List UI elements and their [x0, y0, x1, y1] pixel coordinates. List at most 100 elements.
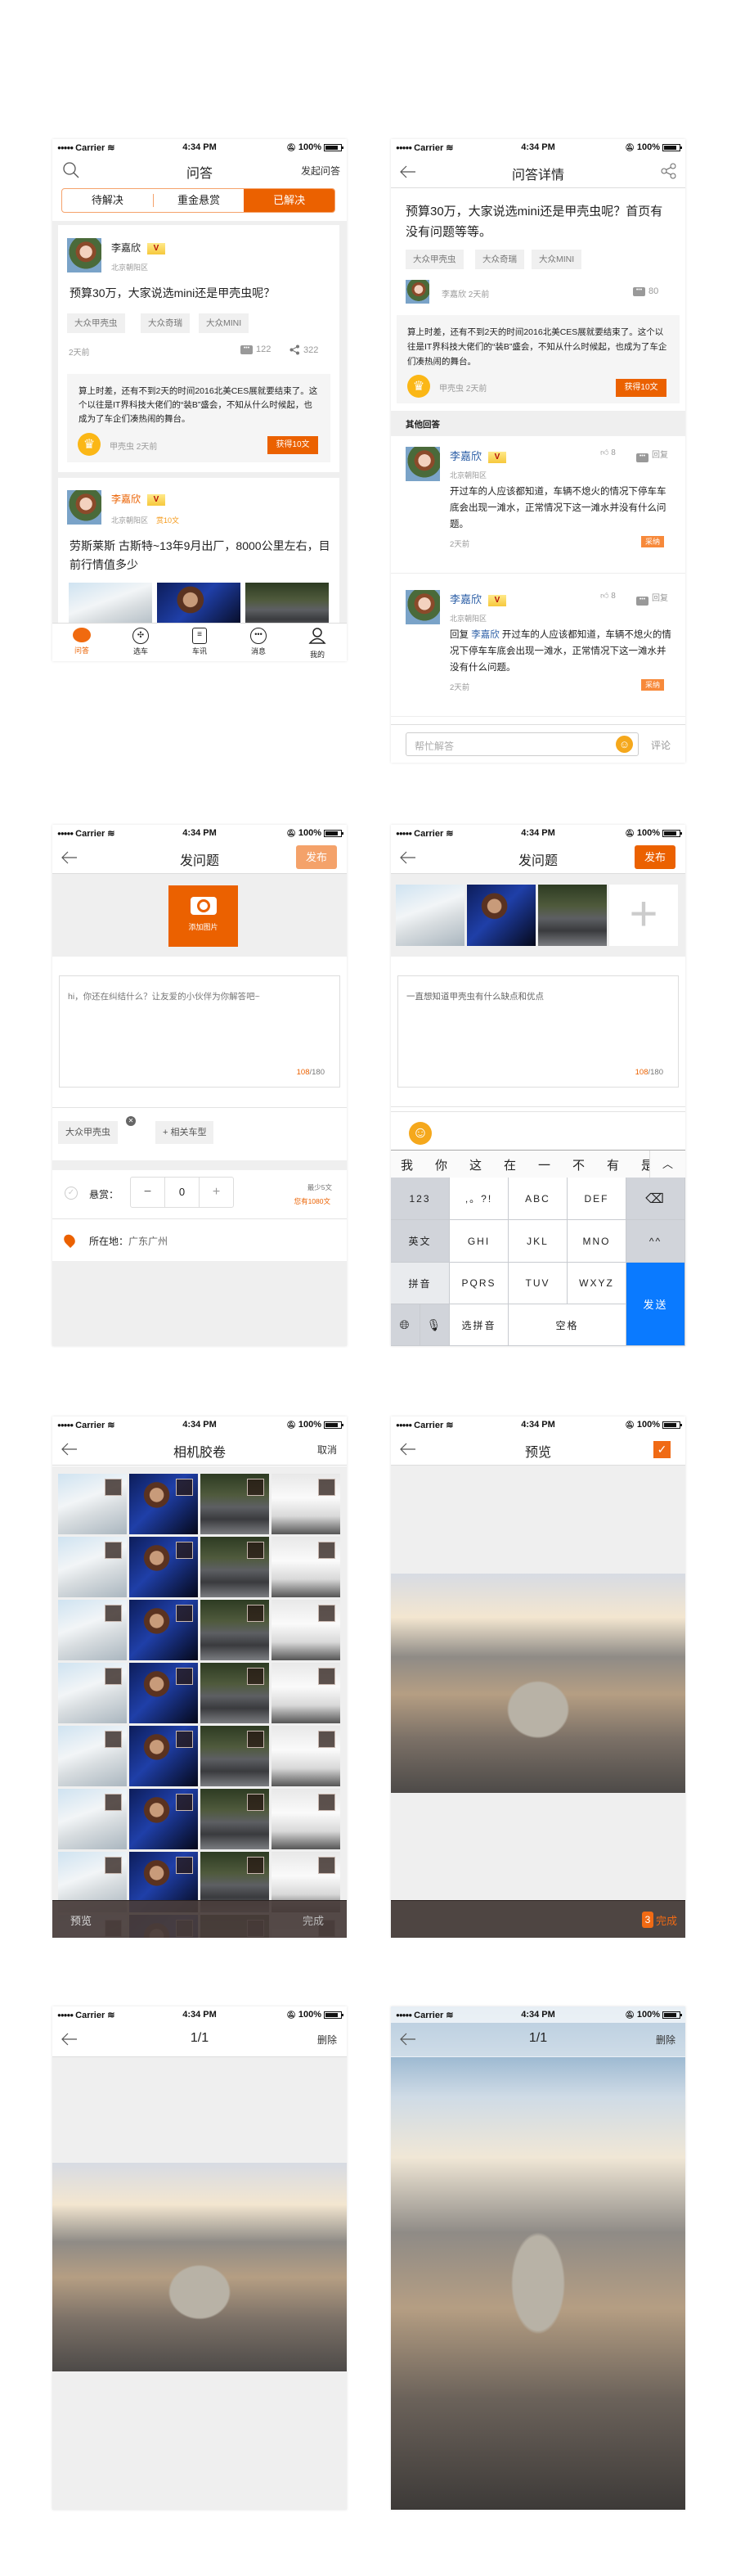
tag[interactable]: 大众MINI — [199, 313, 249, 333]
publish-button[interactable]: 发布 — [296, 845, 337, 869]
photo-select-checkbox[interactable] — [247, 1794, 264, 1811]
key-abc[interactable]: ABC — [509, 1178, 568, 1220]
candidate[interactable]: 你 — [435, 1156, 447, 1173]
avatar[interactable] — [406, 590, 440, 624]
key-wxyz[interactable]: WXYZ — [568, 1263, 626, 1304]
reply-button[interactable]: ••• 回复 — [636, 591, 668, 606]
delete-button[interactable]: 删除 — [317, 2033, 337, 2047]
key-pqrs[interactable]: PQRS — [450, 1263, 509, 1304]
photo-select-checkbox[interactable] — [318, 1731, 335, 1748]
photo-select-checkbox[interactable] — [105, 1857, 122, 1874]
send-key[interactable]: 发送 — [626, 1263, 685, 1346]
photo-thumbnail[interactable] — [272, 1537, 340, 1597]
photo-thumbnail[interactable] — [272, 1789, 340, 1849]
tag[interactable]: 大众奇瑞 — [141, 313, 190, 333]
photo-select-checkbox[interactable] — [318, 1794, 335, 1811]
photo-thumbnail[interactable] — [129, 1600, 198, 1660]
attached-photo[interactable] — [467, 885, 536, 946]
location-row[interactable]: 所在地：广东广州 — [89, 1234, 168, 1248]
comment-count[interactable]: ••• 80 — [633, 286, 658, 296]
reply-button[interactable]: ••• 回复 — [636, 448, 668, 462]
adopt-button[interactable]: 采纳 — [641, 536, 664, 547]
photo-select-checkbox[interactable] — [176, 1731, 193, 1748]
photo-thumbnail[interactable] — [200, 1600, 269, 1660]
emoji-icon[interactable]: ☺ — [409, 1122, 432, 1145]
tab-choose-car[interactable]: ✣ 选车 — [111, 624, 170, 661]
tag[interactable]: 大众奇瑞 — [475, 250, 524, 269]
answer-input[interactable]: 帮忙解答 ☺ — [406, 732, 639, 756]
preview-button[interactable]: 预览 — [70, 1912, 92, 1928]
photo-select-checkbox[interactable] — [247, 1857, 264, 1874]
photo-thumbnail[interactable] — [200, 1789, 269, 1849]
share-count[interactable]: 322 — [289, 345, 318, 355]
question-title[interactable]: 预算30万，大家说选mini还是甲壳虫呢？ — [70, 285, 275, 301]
photo-thumbnail[interactable] — [272, 1663, 340, 1723]
segment-unsolved[interactable]: 待解决 — [62, 194, 154, 207]
candidate[interactable]: 这 — [469, 1156, 482, 1173]
photo-thumbnail[interactable] — [58, 1474, 127, 1534]
photo-select-checkbox[interactable] — [318, 1479, 335, 1496]
key-def[interactable]: DEF — [568, 1178, 626, 1220]
tag[interactable]: 大众甲壳虫 — [67, 313, 125, 333]
candidate[interactable]: 一 — [538, 1156, 550, 1173]
key-emoticon[interactable]: ^^ — [626, 1220, 685, 1263]
comment-button[interactable]: 评论 — [651, 738, 671, 752]
photo-select-checkbox[interactable] — [318, 1542, 335, 1559]
photo-select-checkbox[interactable] — [176, 1605, 193, 1622]
candidate[interactable]: 不 — [572, 1156, 585, 1173]
add-photo-button[interactable]: 添加图片 — [168, 885, 238, 947]
key-tuv[interactable]: TUV — [509, 1263, 568, 1304]
photo-select-checkbox[interactable] — [176, 1668, 193, 1685]
viewer-photo[interactable] — [391, 2006, 685, 2510]
question-card[interactable]: 李嘉欣 V 北京朝阳区 预算30万，大家说选mini还是甲壳虫呢？ 大众甲壳虫 大… — [58, 225, 339, 472]
photo-select-checkbox[interactable] — [247, 1605, 264, 1622]
microphone-icon[interactable]: 🎙︎ — [420, 1304, 450, 1346]
photo-thumbnail[interactable] — [58, 1789, 127, 1849]
key-123[interactable]: 123 — [391, 1178, 450, 1220]
photo-thumbnail[interactable] — [58, 1537, 127, 1597]
reward-value[interactable]: 0 — [165, 1178, 200, 1207]
candidate[interactable]: 有 — [607, 1156, 619, 1173]
photo-thumbnail[interactable] — [200, 1663, 269, 1723]
ask-question-button[interactable]: 发起问答 — [301, 164, 340, 178]
attached-photo[interactable] — [538, 885, 607, 946]
photo-select-checkbox[interactable] — [105, 1668, 122, 1685]
tag[interactable]: 大众MINI — [532, 250, 582, 269]
photo-thumbnail[interactable] — [200, 1726, 269, 1786]
photo-thumbnail[interactable] — [272, 1600, 340, 1660]
tab-qa[interactable]: 问答 — [52, 624, 111, 661]
question-textarea[interactable]: hi，你还在纠结什么？让友爱的小伙伴为你解答吧~ 108/180 — [59, 975, 340, 1088]
photo-thumbnail[interactable] — [200, 1537, 269, 1597]
photo-select-checkbox[interactable] — [247, 1668, 264, 1685]
photo-select-checkbox[interactable] — [176, 1479, 193, 1496]
photo-select-checkbox[interactable] — [318, 1857, 335, 1874]
photo-select-checkbox[interactable] — [105, 1794, 122, 1811]
selected-checkbox-icon[interactable]: ✓ — [653, 1441, 671, 1458]
space-key[interactable]: 空格 — [509, 1304, 626, 1346]
avatar[interactable] — [406, 447, 440, 481]
key-punct[interactable]: ,。?! — [450, 1178, 509, 1220]
done-button[interactable]: 3 完成 — [641, 1912, 677, 1928]
increment-button[interactable]: + — [200, 1178, 233, 1207]
key-ghi[interactable]: GHI — [450, 1220, 509, 1263]
tag[interactable]: 大众甲壳虫 — [406, 250, 464, 269]
candidate[interactable]: 是 — [641, 1156, 649, 1173]
photo-select-checkbox[interactable] — [105, 1542, 122, 1559]
photo-select-checkbox[interactable] — [176, 1542, 193, 1559]
tab-messages[interactable]: ••• 消息 — [229, 624, 288, 661]
share-icon[interactable] — [661, 163, 677, 179]
avatar[interactable] — [67, 490, 101, 525]
like-button[interactable]: 👍︎ 8 — [600, 591, 616, 601]
photo-select-checkbox[interactable] — [247, 1731, 264, 1748]
photo-select-checkbox[interactable] — [176, 1794, 193, 1811]
remove-tag-icon[interactable]: ✕ — [126, 1116, 136, 1126]
reply-to-user[interactable]: 李嘉欣 — [471, 630, 500, 640]
backspace-icon[interactable]: ⌫ — [626, 1178, 685, 1220]
photo-select-checkbox[interactable] — [318, 1605, 335, 1622]
photo-thumbnail[interactable] — [272, 1474, 340, 1534]
photo-thumbnail[interactable] — [129, 1726, 198, 1786]
tab-me[interactable]: 我的 — [288, 624, 347, 661]
delete-button[interactable]: 删除 — [656, 2033, 675, 2047]
key-english[interactable]: 英文 — [391, 1220, 450, 1263]
best-answer[interactable]: 算上时差，还有不到2天的时间2016北美CES展就要结束了。这个以往是IT界科技… — [67, 374, 330, 462]
